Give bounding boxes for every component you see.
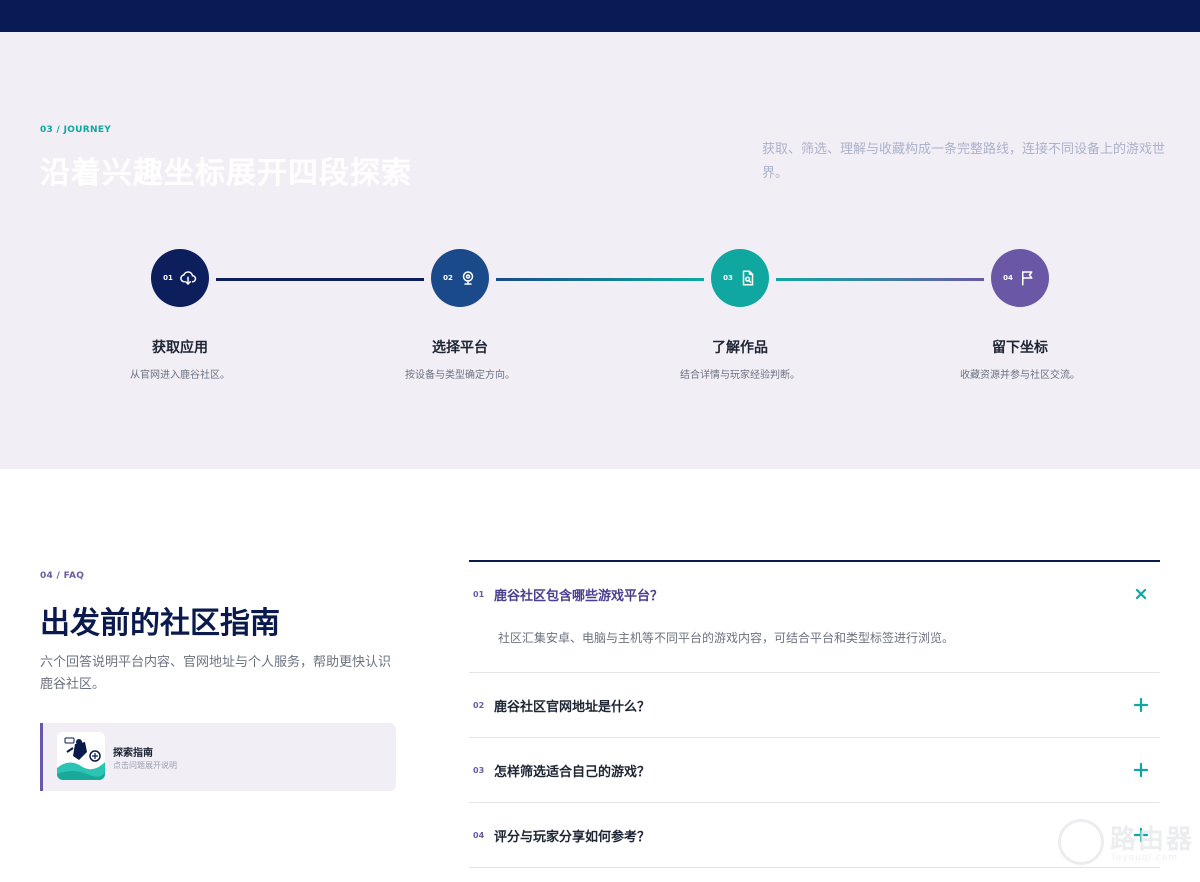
watermark-url: luyouqi.com (1112, 853, 1179, 863)
faq-description: 六个回答说明平台内容、官网地址与个人服务，帮助更快认识鹿谷社区。 (40, 655, 392, 692)
step-3-number: 03 (723, 274, 733, 282)
document-search-icon (742, 270, 754, 286)
step-4-number: 04 (1003, 274, 1013, 282)
faq-number: 02 (473, 700, 485, 710)
faq-question-text: 鹿谷社区包含哪些游戏平台？ (494, 588, 664, 604)
faq-question-text: 鹿谷社区官网地址是什么？ (494, 699, 651, 715)
close-icon[interactable] (1134, 587, 1148, 601)
faq-question-1[interactable]: 01 鹿谷社区包含哪些游戏平台？ (469, 562, 1160, 626)
step-1-number: 01 (163, 274, 173, 282)
faq-question-4[interactable]: 04 评分与玩家分享如何参考？ (469, 803, 1160, 867)
faq-title: 出发前的社区指南 (40, 606, 280, 641)
faq-question-text: 怎样筛选适合自己的游戏？ (494, 764, 651, 780)
faq-question-3[interactable]: 03 怎样筛选适合自己的游戏？ (469, 738, 1160, 802)
watermark-text: 路由器 (1110, 825, 1195, 855)
step-2-badge: 02 (431, 249, 489, 307)
journey-title: 沿着兴趣坐标展开四段探索 (40, 156, 412, 191)
faq-eyebrow: 04 / FAQ (40, 571, 85, 581)
step-4-badge: 04 (991, 249, 1049, 307)
faq-question-2[interactable]: 02 鹿谷社区官网地址是什么？ (469, 673, 1160, 737)
journey-step-1: 01 获取应用 从官网进入鹿谷社区。 (70, 249, 290, 381)
webcam-icon (462, 271, 474, 285)
flag-icon (1021, 271, 1033, 286)
explore-guide-card: 探索指南 点击问题展开说明 (40, 723, 396, 791)
step-1-badge: 01 (151, 249, 209, 307)
top-navigation-bar (0, 0, 1200, 32)
step-3-description: 结合详情与玩家经验判断。 (680, 370, 800, 381)
journey-step-2: 02 选择平台 按设备与类型确定方向。 (350, 249, 570, 381)
journey-description: 获取、筛选、理解与收藏构成一条完整路线，连接不同设备上的游戏世界。 (762, 142, 1166, 181)
faq-question-text: 评分与玩家分享如何参考？ (494, 829, 651, 845)
faq-number: 03 (473, 765, 485, 775)
cloud-download-icon (180, 271, 197, 285)
faq-item-4: 04 评分与玩家分享如何参考？ (469, 803, 1160, 868)
step-3-badge: 03 (711, 249, 769, 307)
journey-step-3: 03 了解作品 结合详情与玩家经验判断。 (630, 249, 850, 381)
step-2-title: 选择平台 (432, 340, 488, 356)
faq-item-1: 01 鹿谷社区包含哪些游戏平台？ 社区汇集安卓、电脑与主机等不同平台的游戏内容，… (469, 562, 1160, 673)
faq-number: 01 (473, 589, 485, 599)
faq-item-3: 03 怎样筛选适合自己的游戏？ (469, 738, 1160, 803)
plus-icon[interactable] (1134, 698, 1148, 712)
watermark-logo: 路由器 luyouqi.com (1058, 815, 1198, 875)
explorer-illustration-icon (57, 732, 105, 780)
guide-subtitle: 点击问题展开说明 (113, 761, 177, 770)
step-4-title: 留下坐标 (992, 340, 1048, 356)
step-3-title: 了解作品 (712, 340, 768, 356)
faq-number: 04 (473, 830, 485, 840)
step-2-description: 按设备与类型确定方向。 (405, 370, 515, 381)
router-logo-icon (1058, 819, 1104, 865)
faq-answer-1: 社区汇集安卓、电脑与主机等不同平台的游戏内容，可结合平台和类型标签进行浏览。 (498, 631, 955, 645)
step-2-number: 02 (443, 274, 453, 282)
step-1-title: 获取应用 (152, 340, 208, 356)
faq-item-2: 02 鹿谷社区官网地址是什么？ (469, 673, 1160, 738)
step-1-description: 从官网进入鹿谷社区。 (130, 370, 230, 381)
journey-eyebrow: 03 / JOURNEY (40, 125, 112, 135)
faq-accordion: 01 鹿谷社区包含哪些游戏平台？ 社区汇集安卓、电脑与主机等不同平台的游戏内容，… (469, 560, 1160, 868)
plus-icon[interactable] (1134, 763, 1148, 777)
guide-title: 探索指南 (113, 748, 153, 759)
journey-step-4: 04 留下坐标 收藏资源并参与社区交流。 (910, 249, 1130, 381)
journey-section: 03 / JOURNEY 沿着兴趣坐标展开四段探索 获取、筛选、理解与收藏构成一… (0, 32, 1200, 469)
step-4-description: 收藏资源并参与社区交流。 (960, 370, 1080, 381)
